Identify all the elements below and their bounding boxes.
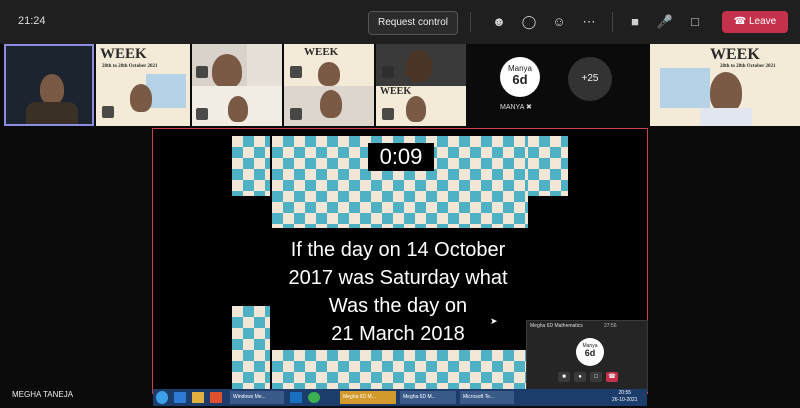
participant-tile[interactable]: WEEK [376,44,466,126]
poster-date: 28th to 28th October 2021 [720,64,776,69]
mic-muted-icon [290,108,302,120]
slide-pattern [232,136,270,196]
react-icon[interactable]: ☺ [550,13,568,31]
meeting-duration: 21:24 [18,15,46,27]
request-control-button[interactable]: Request control [368,11,458,35]
media-icon[interactable] [210,392,222,403]
participant-tile[interactable]: WEEK [284,44,374,126]
taskbar-date: 26-10-2021 [612,397,638,403]
avatar-class: 6d [584,348,596,358]
mini-mic-icon[interactable]: ● [574,372,586,382]
mini-hangup-icon[interactable]: ☎ [606,372,618,382]
poster-title: WEEK [380,86,412,97]
vscode-icon[interactable] [290,392,302,403]
taskbar-clock: 20:55 26-10-2021 [612,390,638,404]
participant-tile[interactable]: WEEK 28th to 28th October 2021 [96,44,190,126]
slide-pattern [528,136,568,196]
taskbar-item[interactable]: Windows Me... [230,391,284,404]
countdown-timer: 0:09 [368,143,434,171]
phone-icon: ☎ [733,16,749,27]
taskbar-item[interactable]: Megha 6D M... [400,391,456,404]
mini-avatar: Manya 6d [576,338,604,366]
question-line: 21 March 2018 [331,323,465,345]
taskbar-item[interactable]: Megha 6D M... [340,391,396,404]
avatar-class: 6d [512,72,528,87]
leave-label: Leave [748,16,777,27]
mini-share-icon[interactable]: □ [590,372,602,382]
mouse-cursor-icon: ➤ [490,316,498,326]
mini-camera-icon[interactable]: ■ [558,372,570,382]
taskbar-time: 20:55 [618,390,632,396]
mic-muted-icon [196,66,208,78]
mic-off-icon[interactable]: 🎤 [656,13,674,31]
leave-button[interactable]: ☎ Leave [722,11,788,33]
start-icon[interactable] [156,391,168,404]
participant-tile[interactable] [192,44,282,126]
poster-title: WEEK [304,46,339,58]
people-icon[interactable]: ☻ [490,13,508,31]
chrome-icon[interactable] [308,392,320,403]
manya-label: MANYA ✖ [500,104,532,111]
mic-muted-icon [102,106,114,118]
mic-muted-icon [382,108,394,120]
manya-avatar[interactable]: Manya 6d [500,57,540,97]
more-participants-button[interactable]: +25 [568,57,612,101]
poster-title: WEEK [100,46,147,62]
ie-icon[interactable] [174,392,186,403]
participant-tile[interactable]: WEEK 28th to 28th October 2021 [650,44,800,126]
self-video-tile[interactable] [4,44,94,126]
mic-muted-icon [382,66,394,78]
share-icon[interactable]: □ [686,13,704,31]
mic-muted-icon [290,66,302,78]
toolbar-divider [470,12,471,32]
poster-title: WEEK [710,46,760,63]
more-icon[interactable]: ⋯ [580,13,598,31]
mini-window-time: 27:56 [604,323,617,329]
chat-icon[interactable]: ◯ [520,13,538,31]
folder-icon[interactable] [192,392,204,403]
camera-icon[interactable]: ■ [626,13,644,31]
slide-pattern [272,350,528,390]
mic-muted-icon [196,108,208,120]
presenter-name: MEGHA TANEJA [12,390,74,399]
mini-window-title: Megha 6D Mathematics [530,323,583,329]
toolbar-divider [612,12,613,32]
poster-date: 28th to 28th October 2021 [102,64,158,69]
taskbar-item[interactable]: Microsoft Te... [460,391,514,404]
slide-pattern [232,306,270,390]
mic-muted-icon: ✖ [525,104,532,111]
